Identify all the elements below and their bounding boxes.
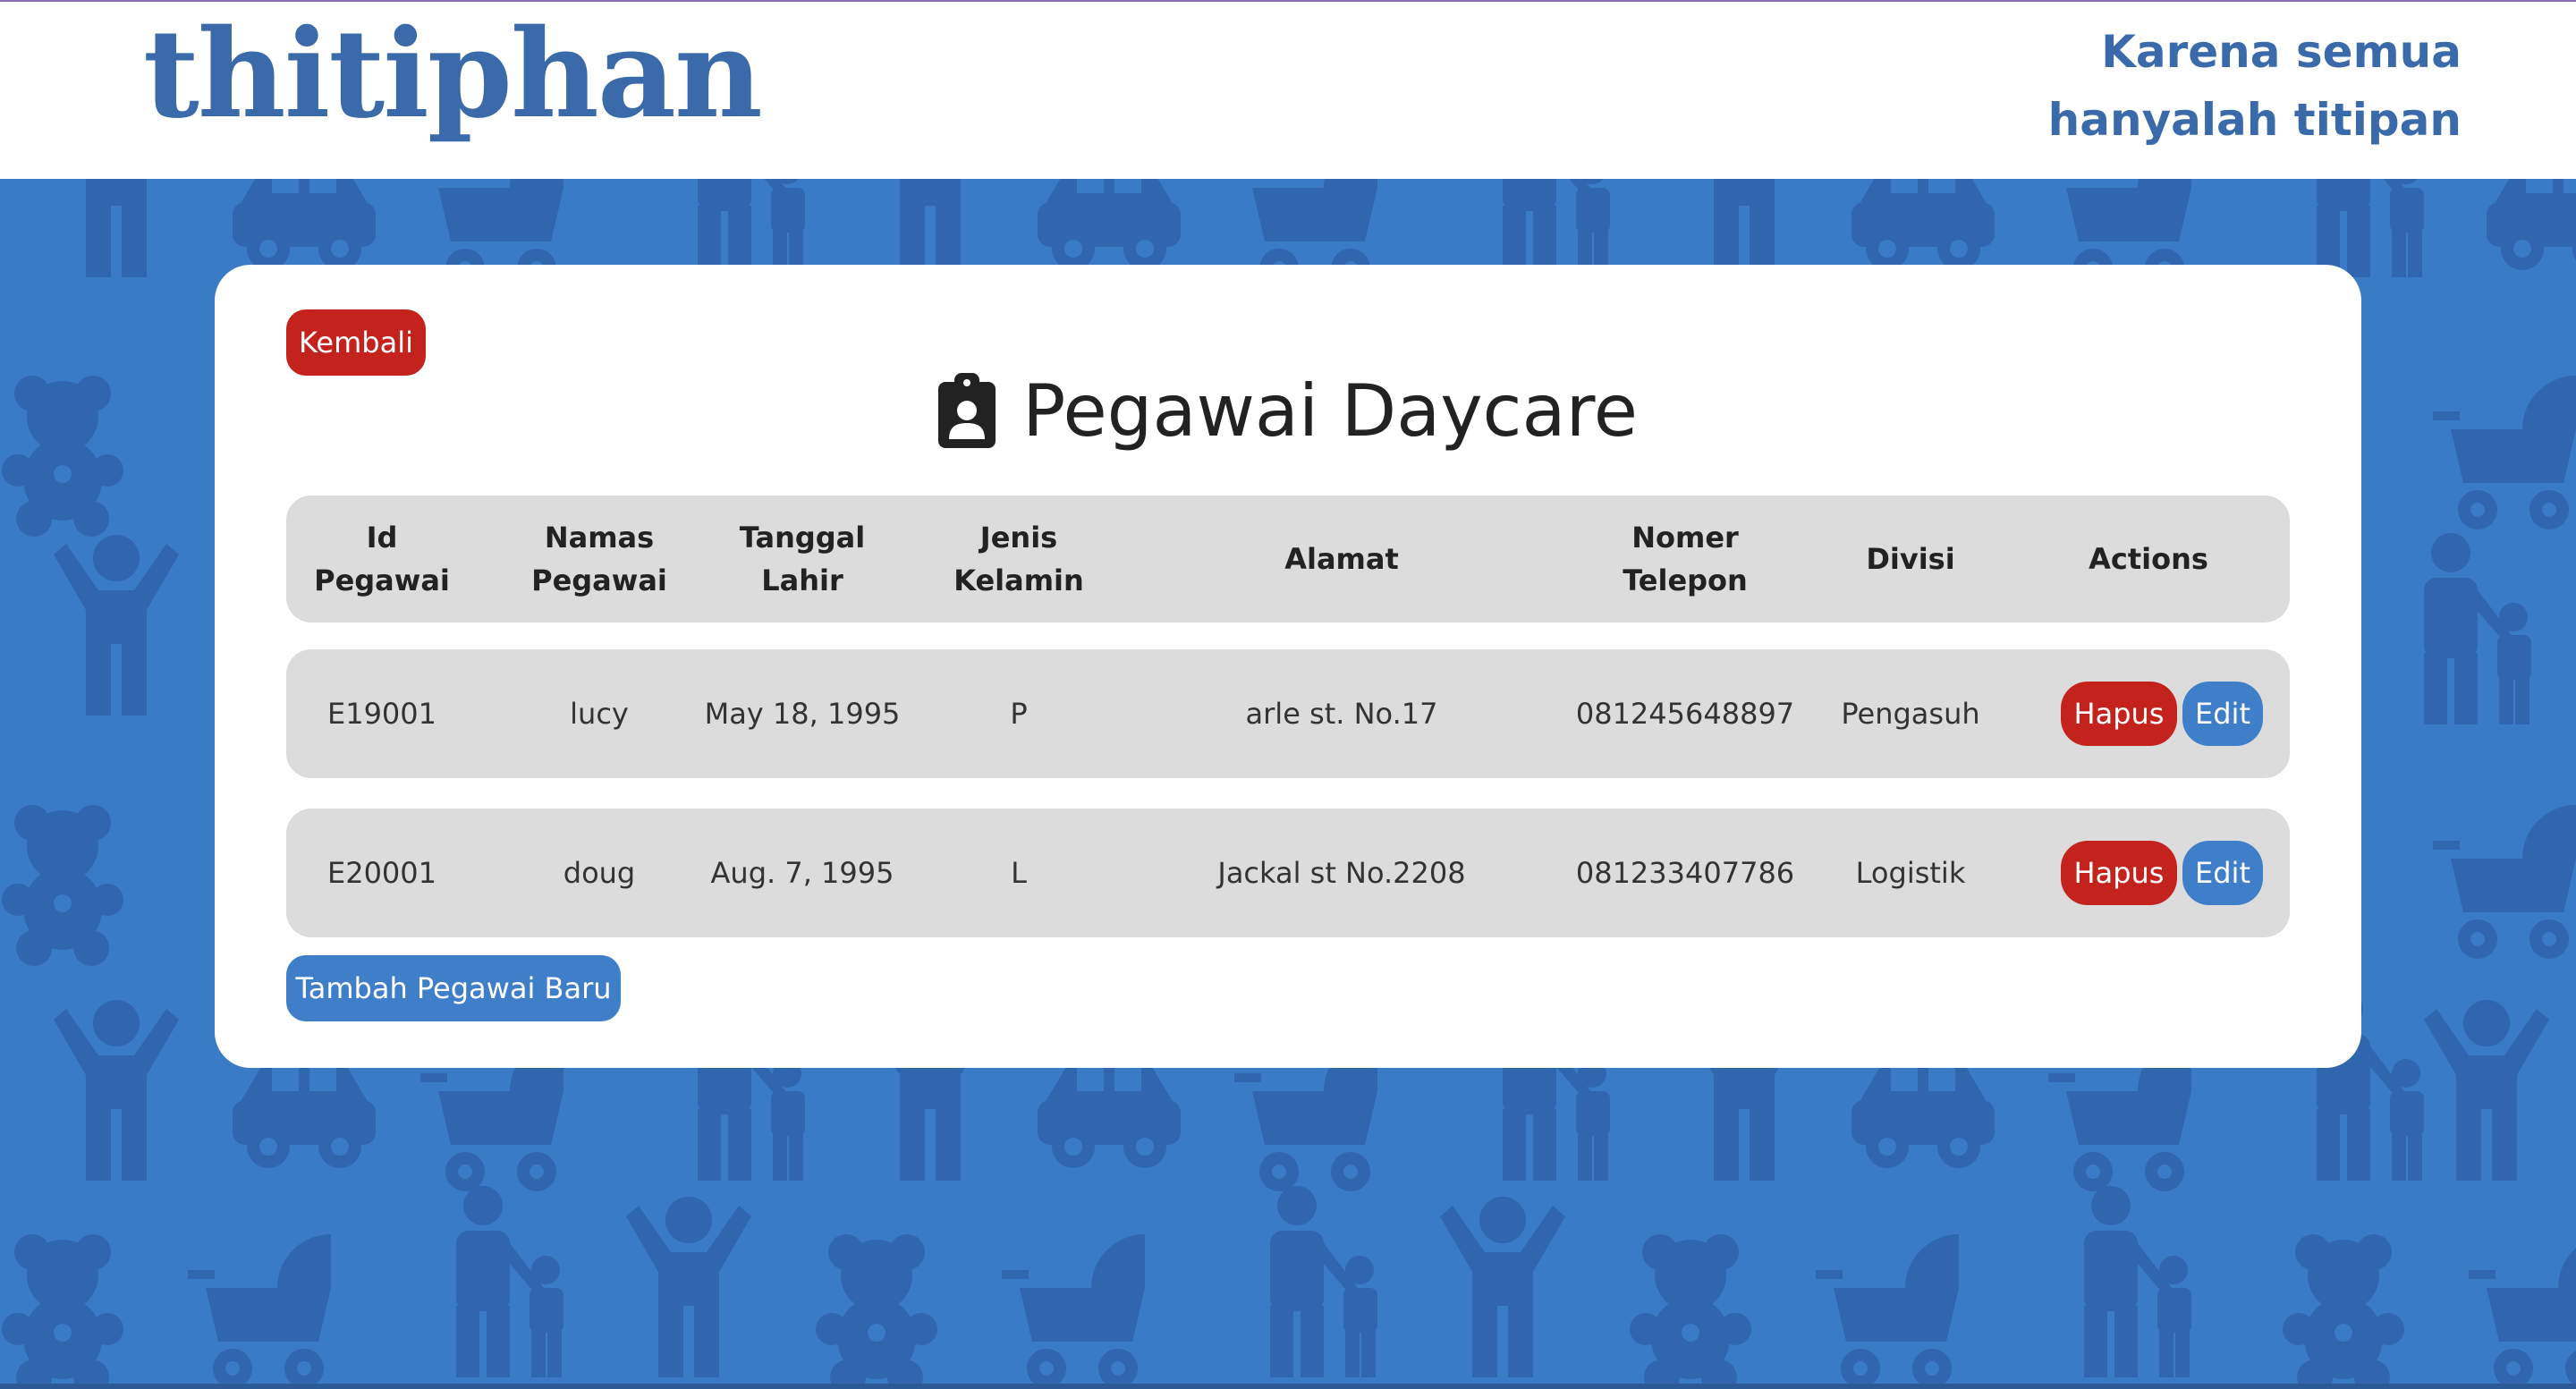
page-title: Pegawai Daycare bbox=[215, 361, 2361, 460]
site-tagline: Karena semua hanyalah titipan bbox=[1925, 18, 2462, 154]
tagline-line-2: hanyalah titipan bbox=[2047, 94, 2462, 146]
cell-divisi: Pengasuh bbox=[1841, 697, 1980, 731]
table-header: Id Pegawai Namas Pegawai Tanggal Lahir J… bbox=[286, 495, 2290, 623]
tagline-line-1: Karena semua bbox=[2101, 26, 2462, 78]
cell-jenis-kelamin: L bbox=[1011, 856, 1027, 890]
site-logo[interactable]: thitiphan bbox=[143, 7, 763, 141]
page-title-text: Pegawai Daycare bbox=[1022, 368, 1638, 453]
col-header-alamat: Alamat bbox=[1284, 542, 1399, 576]
cell-nama: doug bbox=[563, 856, 636, 890]
cell-alamat: arle st. No.17 bbox=[1245, 697, 1438, 731]
col-header-actions: Actions bbox=[2089, 542, 2208, 576]
cell-id: E19001 bbox=[326, 697, 436, 731]
table-row: E20001 doug Aug. 7, 1995 L Jackal st No.… bbox=[286, 809, 2290, 937]
add-employee-button[interactable]: Tambah Pegawai Baru bbox=[286, 955, 621, 1021]
table-row: E19001 lucy May 18, 1995 P arle st. No.1… bbox=[286, 649, 2290, 778]
cell-tanggal-lahir: Aug. 7, 1995 bbox=[710, 856, 894, 890]
cell-alamat: Jackal st No.2208 bbox=[1217, 856, 1466, 890]
clipboard-user-icon bbox=[938, 373, 996, 448]
cell-nama: lucy bbox=[570, 697, 629, 731]
delete-button[interactable]: Hapus bbox=[2061, 841, 2177, 905]
edit-button[interactable]: Edit bbox=[2182, 682, 2263, 746]
col-header-nama: Namas Pegawai bbox=[531, 521, 667, 597]
col-header-id: Id Pegawai bbox=[314, 521, 450, 597]
col-header-jenis-kelamin: Jenis Kelamin bbox=[953, 521, 1084, 597]
cell-telepon: 081245648897 bbox=[1575, 697, 1795, 731]
bottom-border bbox=[0, 1384, 2576, 1389]
col-header-telepon: Nomer Telepon bbox=[1623, 521, 1748, 597]
edit-button[interactable]: Edit bbox=[2182, 841, 2263, 905]
cell-tanggal-lahir: May 18, 1995 bbox=[704, 697, 901, 731]
cell-jenis-kelamin: P bbox=[1010, 697, 1028, 731]
cell-id: E20001 bbox=[326, 856, 436, 890]
delete-button[interactable]: Hapus bbox=[2061, 682, 2177, 746]
col-header-divisi: Divisi bbox=[1866, 542, 1955, 576]
employee-card: Kembali Pegawai Daycare Id Pegawai Namas… bbox=[215, 265, 2361, 1068]
site-header: thitiphan Karena semua hanyalah titipan bbox=[0, 2, 2576, 179]
cell-divisi: Logistik bbox=[1855, 856, 1966, 890]
col-header-tanggal-lahir: Tanggal Lahir bbox=[739, 521, 866, 597]
cell-telepon: 081233407786 bbox=[1575, 856, 1795, 890]
